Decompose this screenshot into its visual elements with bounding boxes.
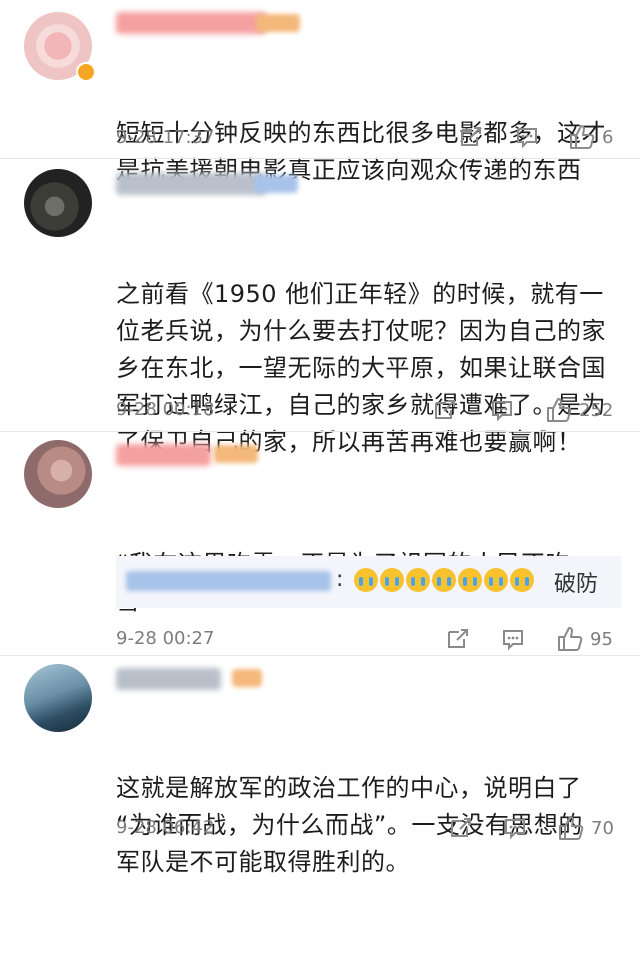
comment-icon	[492, 401, 512, 422]
comment-time: 9-28 00:18	[116, 399, 215, 420]
username[interactable]	[116, 668, 221, 690]
comment-item: 短短十分钟反映的东西比很多电影都多，这才 是抗美援朝电影真正应该向观众传递的东西 …	[0, 0, 640, 184]
comment-item: “我在这里吃雪，正是为了祖国的人民不吃雪” : 破防 9-28 00:27 95	[0, 432, 640, 655]
repost-button[interactable]	[433, 396, 457, 424]
comment-button[interactable]	[503, 814, 527, 842]
comment-icon	[505, 819, 525, 840]
crying-emoji-icon	[484, 568, 508, 592]
crying-emoji-icon	[510, 568, 534, 592]
like-count: 95	[590, 628, 613, 650]
comment-time: 9-28 06:42	[116, 817, 215, 838]
crying-emoji-icon	[406, 568, 430, 592]
crying-emoji-icon	[458, 568, 482, 592]
user-badge	[214, 445, 258, 463]
repost-button[interactable]	[449, 814, 473, 842]
crying-emoji-icon	[380, 568, 404, 592]
comment-button[interactable]	[490, 396, 514, 424]
repost-icon	[461, 127, 481, 146]
user-badge	[254, 175, 298, 193]
like-button[interactable]: 70	[557, 814, 614, 842]
repost-button[interactable]	[446, 625, 470, 653]
like-count: 252	[579, 399, 614, 421]
repost-icon	[448, 629, 468, 648]
like-count: 70	[591, 817, 614, 839]
reply-text: 破防	[554, 572, 599, 597]
comment-button[interactable]	[515, 123, 539, 151]
thumbs-up-icon	[570, 125, 595, 149]
repost-icon	[451, 818, 471, 837]
repost-button[interactable]	[459, 123, 483, 151]
crying-emoji-icon	[432, 568, 456, 592]
emoji-row	[354, 568, 534, 592]
like-button[interactable]: 6	[568, 123, 613, 151]
comment-time: 9-28 00:27	[116, 628, 215, 649]
sub-reply[interactable]: : 破防	[116, 556, 621, 608]
comment-item: 之前看《1950 他们正年轻》的时候，就有一 位老兵说，为什么要去打仗呢？因为自己…	[0, 159, 640, 456]
like-count: 6	[602, 126, 614, 148]
avatar[interactable]	[24, 440, 92, 508]
crying-emoji-icon	[354, 568, 378, 592]
thumbs-up-icon	[559, 816, 584, 840]
avatar[interactable]	[24, 169, 92, 237]
comment-icon	[517, 128, 537, 149]
like-button[interactable]: 95	[556, 625, 613, 653]
avatar[interactable]	[24, 664, 92, 732]
reply-colon: :	[336, 567, 344, 592]
username[interactable]	[116, 173, 266, 195]
verified-badge-icon	[76, 62, 96, 82]
reply-username[interactable]	[126, 571, 331, 591]
username[interactable]	[116, 12, 266, 34]
thumbs-up-icon	[547, 398, 572, 422]
thumbs-up-icon	[558, 627, 583, 651]
comment-time: 9-28 17:37	[116, 127, 215, 148]
comment-item: 这就是解放军的政治工作的中心，说明白了 “为谁而战，为什么而战”。一支没有思想的军…	[0, 656, 640, 876]
username[interactable]	[116, 444, 211, 466]
user-badge	[256, 14, 300, 32]
user-badge	[232, 669, 262, 687]
comment-button[interactable]	[501, 625, 525, 653]
comment-icon	[503, 630, 523, 651]
repost-icon	[435, 400, 455, 419]
like-button[interactable]: 252	[545, 396, 613, 424]
